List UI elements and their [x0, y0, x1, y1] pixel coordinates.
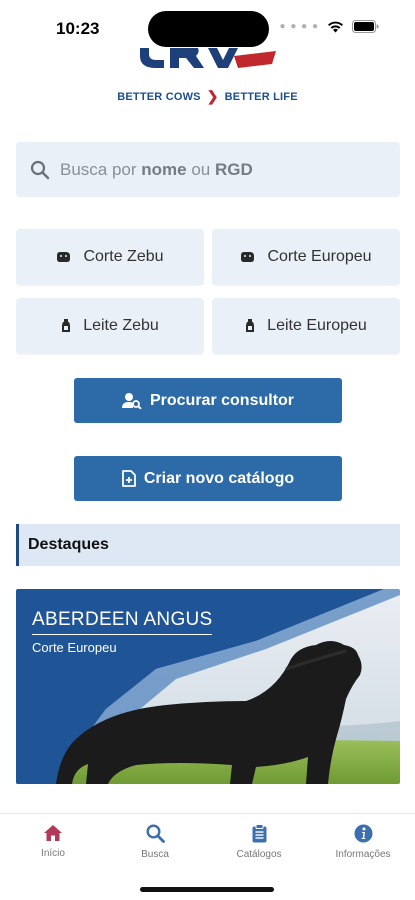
banner-divider	[32, 634, 212, 635]
info-icon	[354, 824, 372, 843]
home-icon	[44, 825, 62, 841]
wifi-icon	[328, 21, 343, 33]
chevron-right-icon: ❯	[206, 88, 219, 104]
file-plus-icon	[121, 470, 136, 487]
tagline-right: BETTER LIFE	[224, 90, 298, 103]
signal-icon: ● ● ● ●	[279, 21, 319, 32]
status-time: 10:23	[56, 19, 100, 38]
category-leite-zebu-button[interactable]: Leite Zebu	[16, 298, 204, 354]
status-bar: 10:23 ● ● ● ●	[0, 0, 415, 54]
clipboard-icon	[252, 824, 266, 843]
category-corte-europeu-button[interactable]: Corte Europeu	[212, 229, 400, 285]
tab-label: Informações	[335, 849, 391, 860]
tab-inicio[interactable]: Início	[8, 824, 98, 859]
tab-catalogos[interactable]: Catálogos	[214, 824, 304, 860]
category-label: Leite Zebu	[83, 317, 159, 334]
banner-subtitle: Corte Europeu	[32, 640, 117, 655]
find-consultant-button[interactable]: Procurar consultor	[74, 378, 342, 423]
category-label: Corte Europeu	[267, 248, 372, 265]
search-icon	[145, 824, 165, 843]
battery-icon	[352, 20, 379, 33]
status-icons: ● ● ● ●	[280, 20, 380, 33]
search-placeholder: Busca por nome ou RGD	[60, 160, 253, 180]
cow-icon	[56, 251, 71, 263]
search-icon	[30, 160, 50, 179]
highlights-header: Destaques	[16, 524, 400, 566]
tagline-left: BETTER COWS	[117, 90, 201, 103]
category-leite-europeu-button[interactable]: Leite Europeu	[212, 298, 400, 354]
find-consultant-label: Procurar consultor	[149, 391, 295, 409]
user-search-icon	[121, 393, 142, 409]
brand-logo: BETTER COWS ❯ BETTER LIFE	[0, 48, 415, 108]
crv-logo-icon	[140, 48, 276, 68]
create-catalog-label: Criar novo catálogo	[143, 469, 295, 487]
milk-bottle-icon	[245, 319, 255, 333]
banner-title: ABERDEEN ANGUS	[32, 609, 213, 630]
highlights-title: Destaques	[28, 536, 109, 553]
highlight-banner-aberdeen-angus[interactable]: ABERDEEN ANGUS Corte Europeu	[16, 589, 400, 784]
tab-busca[interactable]: Busca	[110, 824, 200, 860]
create-catalog-button[interactable]: Criar novo catálogo	[74, 456, 342, 501]
tab-label: Catálogos	[236, 849, 282, 860]
milk-bottle-icon	[61, 319, 71, 333]
tab-label: Busca	[141, 849, 169, 860]
search-input[interactable]: Busca por nome ou RGD	[16, 142, 400, 197]
search-placeholder-prefix: Busca por	[60, 159, 142, 179]
category-corte-zebu-button[interactable]: Corte Zebu	[16, 229, 204, 285]
tagline: BETTER COWS ❯ BETTER LIFE	[0, 88, 415, 105]
cow-icon	[240, 251, 255, 263]
search-placeholder-or: ou	[186, 159, 215, 179]
tab-informacoes[interactable]: Informações	[318, 824, 408, 860]
tab-label: Início	[41, 848, 65, 859]
category-label: Leite Europeu	[267, 317, 367, 334]
home-indicator	[140, 887, 274, 892]
dynamic-island	[148, 11, 269, 47]
category-label: Corte Zebu	[83, 248, 164, 265]
search-placeholder-rgd: RGD	[214, 159, 253, 179]
search-placeholder-name: nome	[141, 159, 187, 179]
